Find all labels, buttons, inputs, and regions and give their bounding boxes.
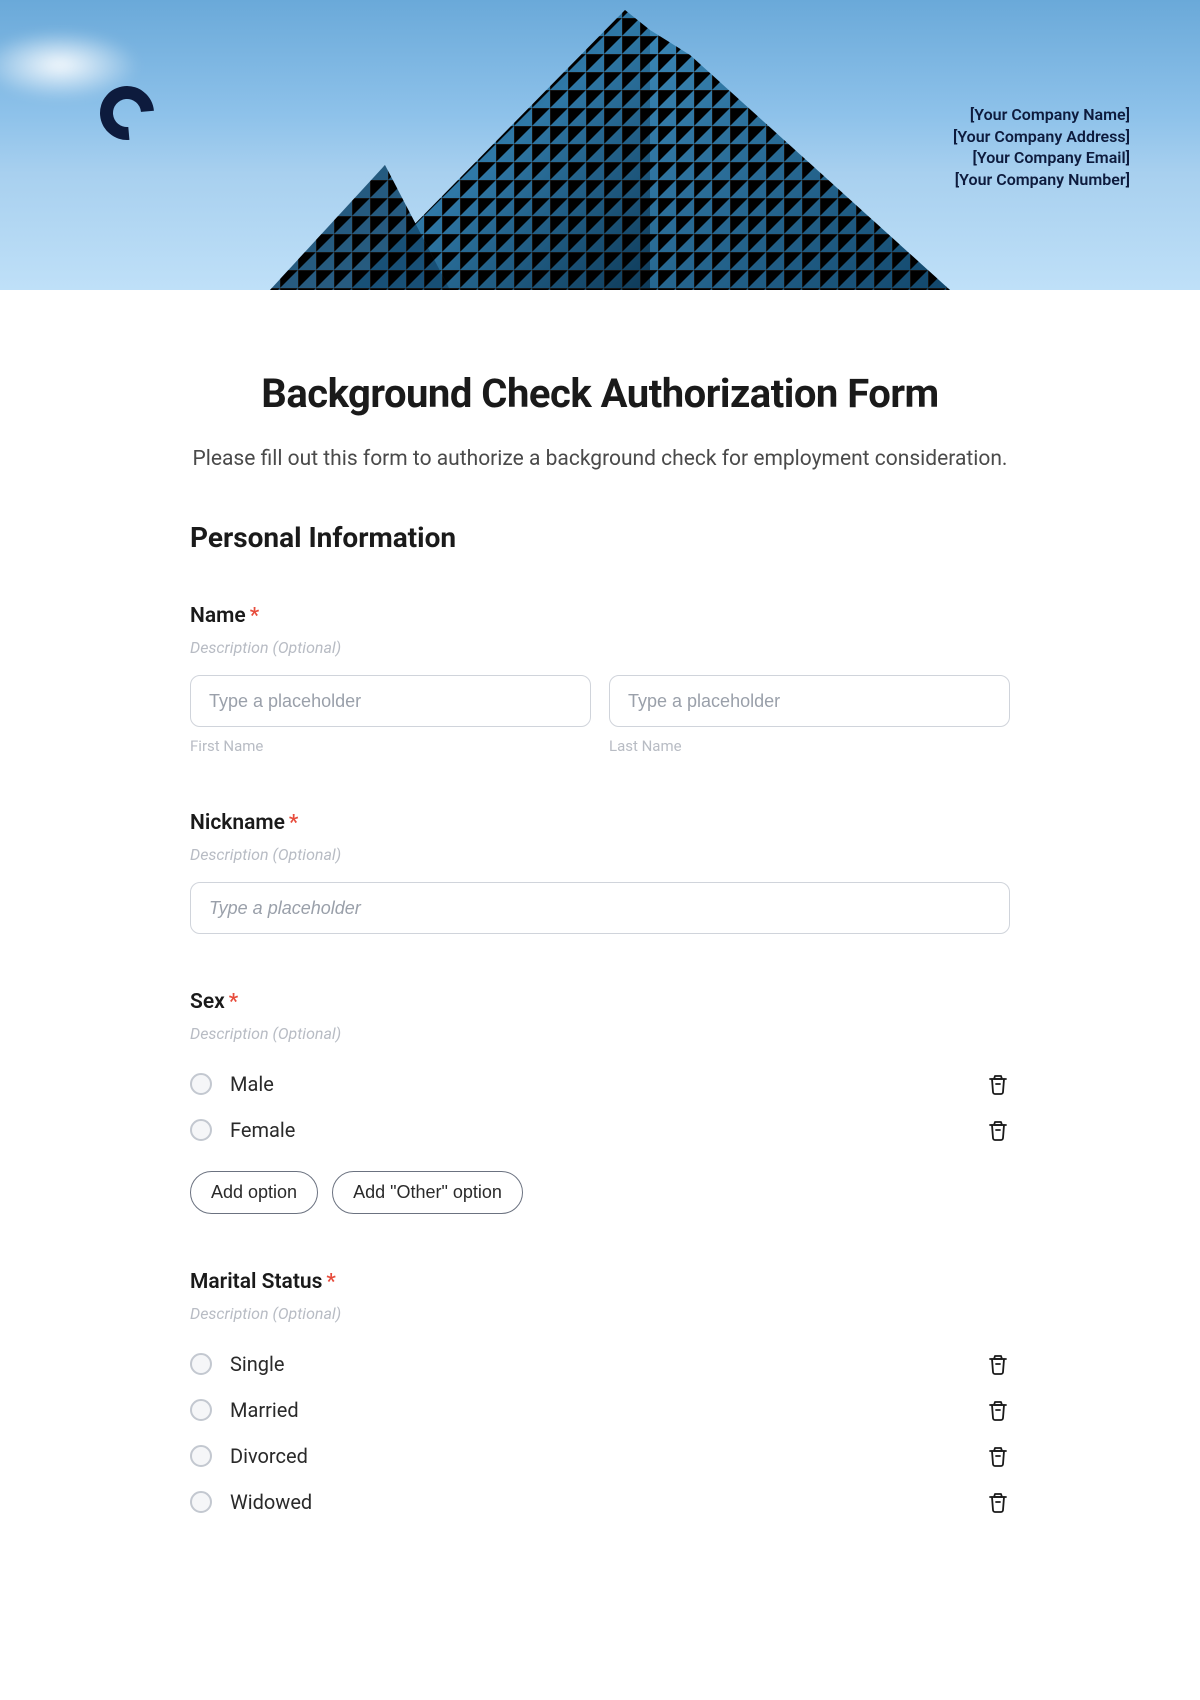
radio-icon[interactable] [190,1119,212,1141]
required-mark: * [250,604,259,628]
marital-label: Marital Status* [190,1270,1010,1294]
trash-icon[interactable] [986,1071,1010,1097]
form-subtitle: Please fill out this form to authorize a… [190,447,1010,471]
section-personal-heading: Personal Information [190,521,1010,554]
sex-label: Sex* [190,990,1010,1014]
name-description[interactable]: Description (Optional) [190,638,1010,657]
sex-option-row: Female [190,1107,1010,1153]
company-address: [Your Company Address] [953,126,1130,148]
first-name-input[interactable] [190,675,591,727]
trash-icon[interactable] [986,1351,1010,1377]
trash-icon[interactable] [986,1117,1010,1143]
marital-description[interactable]: Description (Optional) [190,1304,1010,1323]
sex-field: Sex* Description (Optional) Male Female … [190,990,1010,1214]
radio-icon[interactable] [190,1491,212,1513]
radio-icon[interactable] [190,1399,212,1421]
nickname-label: Nickname* [190,811,1010,835]
nickname-field: Nickname* Description (Optional) [190,811,1010,934]
marital-option-row: Married [190,1387,1010,1433]
company-logo [100,86,160,146]
trash-icon[interactable] [986,1489,1010,1515]
marital-option-label[interactable]: Married [230,1398,299,1422]
nickname-description[interactable]: Description (Optional) [190,845,1010,864]
radio-icon[interactable] [190,1073,212,1095]
company-number: [Your Company Number] [953,169,1130,191]
sex-option-row: Male [190,1061,1010,1107]
last-name-input[interactable] [609,675,1010,727]
sex-description[interactable]: Description (Optional) [190,1024,1010,1043]
sex-option-label[interactable]: Male [230,1072,274,1096]
marital-option-label[interactable]: Widowed [230,1490,312,1514]
company-name: [Your Company Name] [953,104,1130,126]
required-mark: * [326,1270,335,1294]
marital-option-row: Single [190,1341,1010,1387]
marital-label-text: Marital Status [190,1270,322,1294]
radio-icon[interactable] [190,1353,212,1375]
last-name-sublabel: Last Name [609,737,1010,755]
form-content: Background Check Authorization Form Plea… [140,290,1060,1525]
required-mark: * [289,811,298,835]
name-label: Name* [190,604,1010,628]
company-info-block: [Your Company Name] [Your Company Addres… [953,104,1130,190]
marital-option-label[interactable]: Divorced [230,1444,308,1468]
first-name-sublabel: First Name [190,737,591,755]
sex-label-text: Sex [190,990,225,1014]
marital-option-label[interactable]: Single [230,1352,284,1376]
form-title: Background Check Authorization Form [190,370,1010,417]
nickname-input[interactable] [190,882,1010,934]
name-field: Name* Description (Optional) First Name … [190,604,1010,755]
add-other-option-button[interactable]: Add "Other" option [332,1171,523,1214]
name-label-text: Name [190,604,246,628]
building-graphic [190,0,1010,290]
add-option-button[interactable]: Add option [190,1171,318,1214]
radio-icon[interactable] [190,1445,212,1467]
marital-option-row: Widowed [190,1479,1010,1525]
hero-banner: [Your Company Name] [Your Company Addres… [0,0,1200,290]
nickname-label-text: Nickname [190,811,285,835]
trash-icon[interactable] [986,1443,1010,1469]
required-mark: * [229,990,238,1014]
trash-icon[interactable] [986,1397,1010,1423]
sex-option-label[interactable]: Female [230,1118,295,1142]
marital-option-row: Divorced [190,1433,1010,1479]
company-email: [Your Company Email] [953,147,1130,169]
marital-status-field: Marital Status* Description (Optional) S… [190,1270,1010,1525]
